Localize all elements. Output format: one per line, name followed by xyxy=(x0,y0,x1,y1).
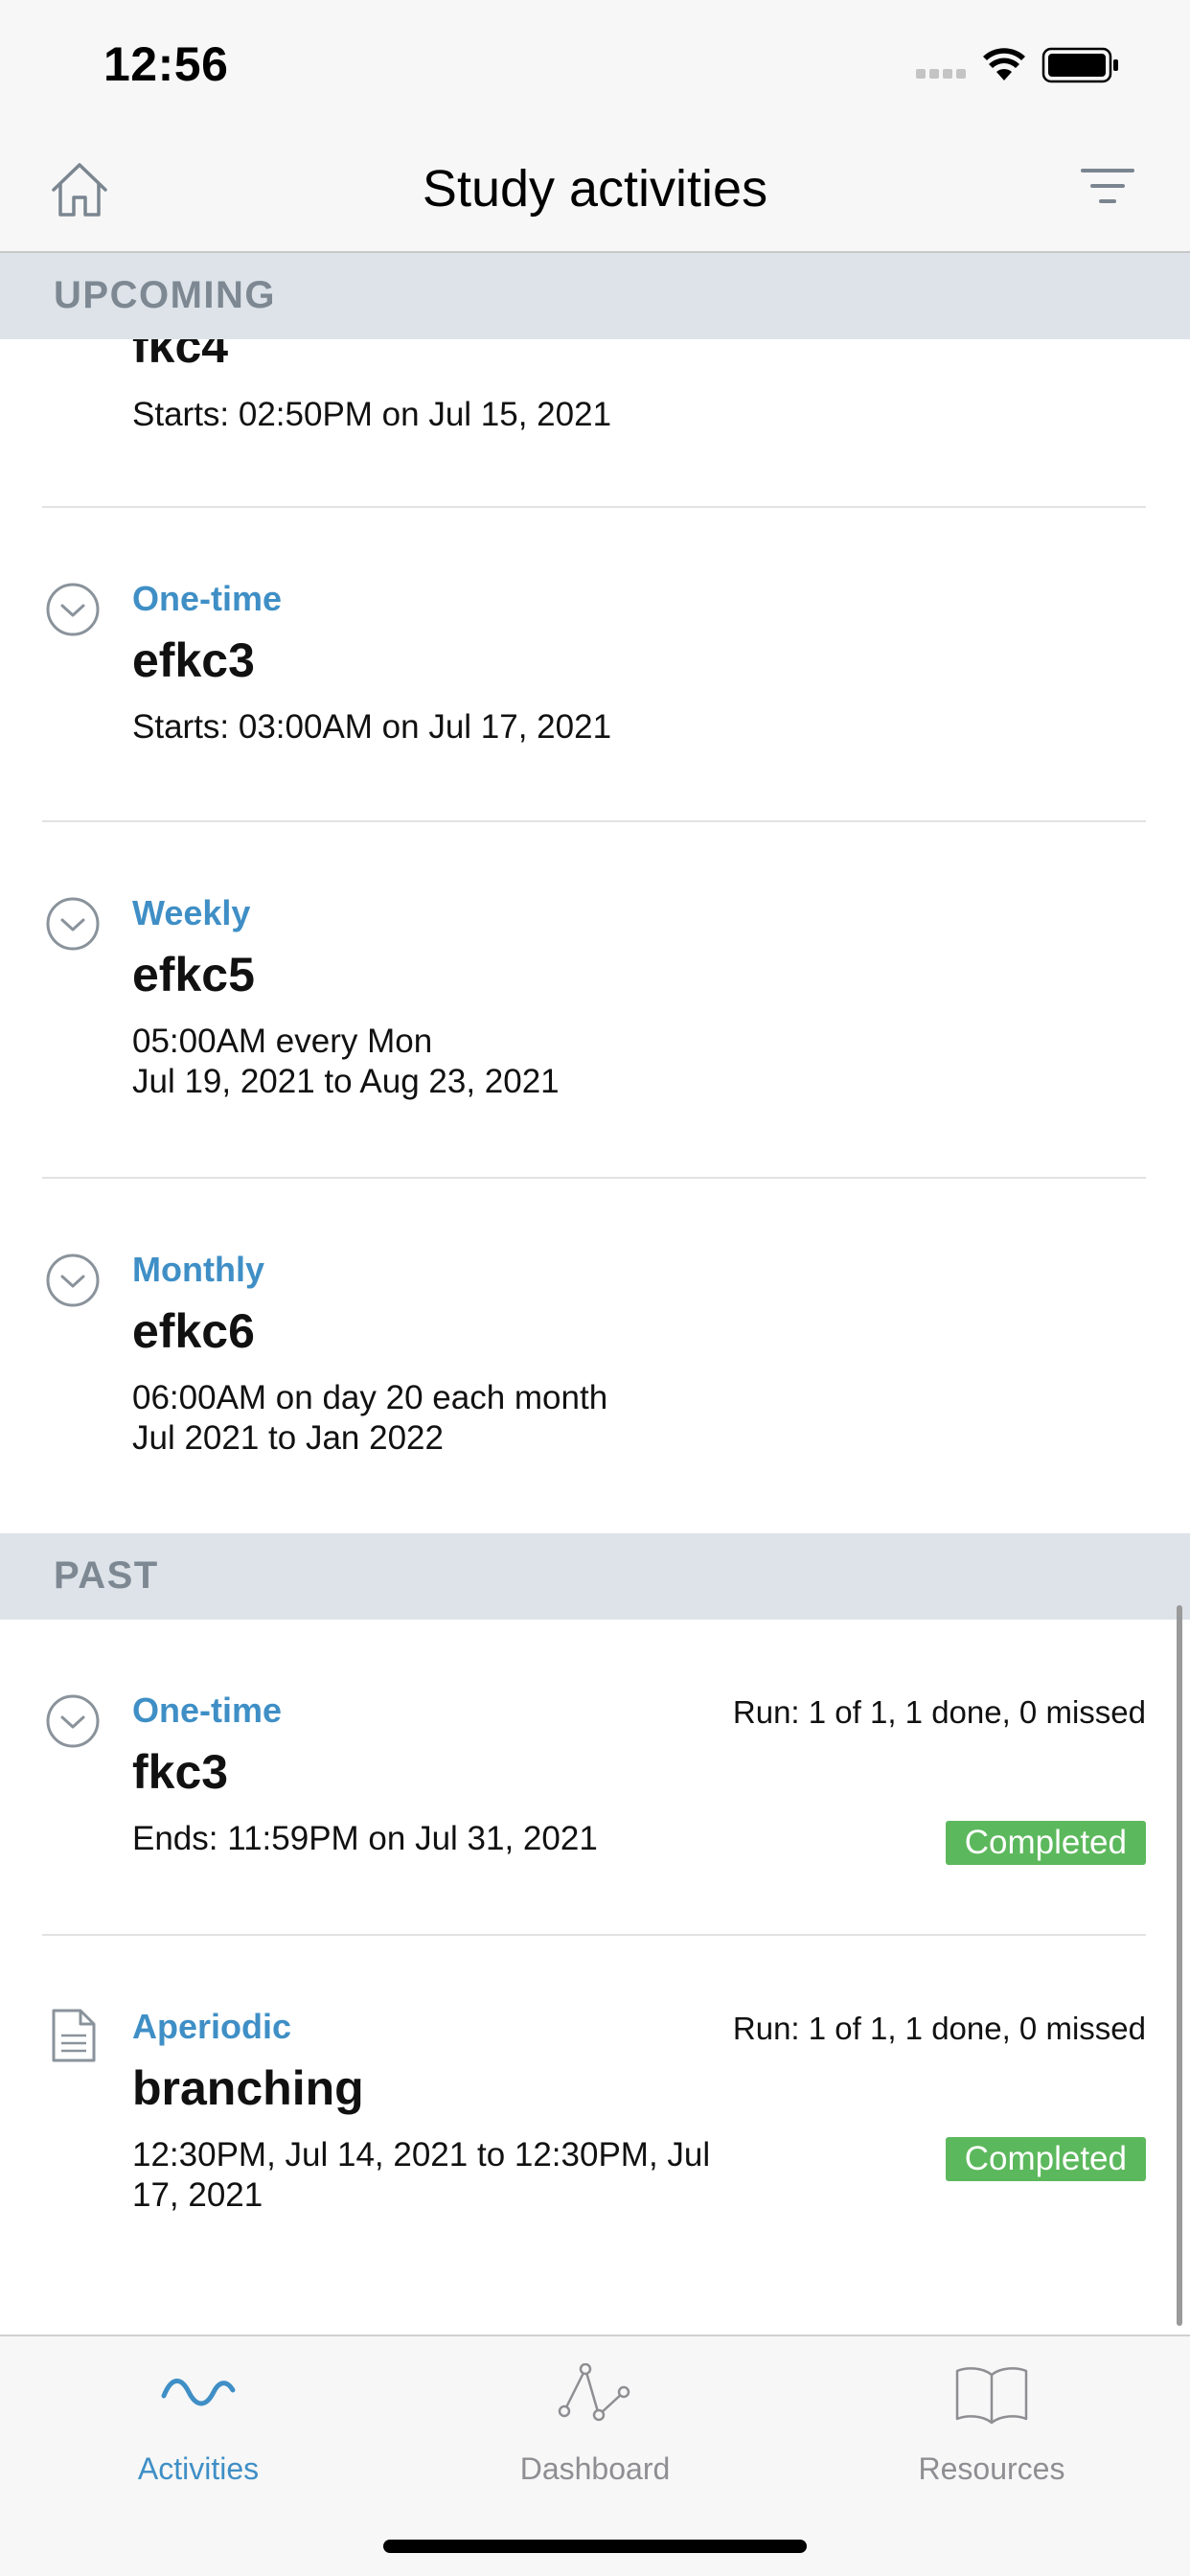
activity-frequency: Aperiodic xyxy=(132,2007,292,2046)
page-title: Study activities xyxy=(422,160,768,218)
activity-row-efkc5[interactable]: Weekly efkc5 05:00AM every Mon Jul 19, 2… xyxy=(0,822,1190,1179)
navigation-bar: Study activities xyxy=(0,126,1190,253)
scrollbar[interactable] xyxy=(1177,1605,1182,2326)
activity-title: fkc3 xyxy=(132,1745,229,1799)
activity-title: branching xyxy=(132,2061,364,2115)
section-title: PAST xyxy=(54,1554,159,1597)
filter-icon[interactable] xyxy=(1081,165,1134,209)
section-header-upcoming: UPCOMING xyxy=(0,253,1190,339)
wave-icon xyxy=(161,2379,236,2406)
activity-date-range: 17, 2021 xyxy=(132,2176,263,2214)
activity-frequency: Monthly xyxy=(132,1250,264,1289)
section-title: UPCOMING xyxy=(54,274,276,316)
tab-activities[interactable]: Activities xyxy=(0,2336,397,2499)
activity-frequency: Weekly xyxy=(132,893,251,932)
status-badge: Completed xyxy=(945,1821,1146,1865)
status-badge: Completed xyxy=(945,2137,1146,2181)
activities-list[interactable]: fkc4 Starts: 02:50PM on Jul 15, 2021 UPC… xyxy=(0,253,1190,2334)
run-summary: Run: 1 of 1, 1 done, 0 missed xyxy=(732,1694,1146,1730)
activity-schedule: Starts: 03:00AM on Jul 17, 2021 xyxy=(132,708,612,746)
book-icon xyxy=(955,2367,1028,2425)
activity-frequency: One-time xyxy=(132,579,283,618)
run-summary: Run: 1 of 1, 1 done, 0 missed xyxy=(732,2011,1146,2046)
home-indicator[interactable] xyxy=(383,2540,807,2553)
status-bar: 12:56 xyxy=(0,0,1190,126)
document-icon xyxy=(52,2009,96,2062)
status-time: 12:56 xyxy=(103,37,229,91)
chart-line-icon xyxy=(558,2363,630,2422)
tab-dashboard[interactable]: Dashboard xyxy=(397,2336,793,2499)
activity-row-efkc6[interactable]: Monthly efkc6 06:00AM on day 20 each mon… xyxy=(0,1179,1190,1501)
activity-row-efkc3[interactable]: One-time efkc3 Starts: 03:00AM on Jul 17… xyxy=(0,508,1190,822)
activity-schedule: 05:00AM every Mon xyxy=(132,1023,433,1060)
activity-title: efkc6 xyxy=(132,1304,255,1358)
status-icons xyxy=(916,47,1118,83)
activity-title: efkc5 xyxy=(132,948,255,1001)
tab-resources[interactable]: Resources xyxy=(793,2336,1190,2499)
wifi-icon xyxy=(983,48,1025,80)
check-circle-icon xyxy=(46,583,100,636)
activity-row-branching[interactable]: Aperiodic Run: 1 of 1, 1 done, 0 missed … xyxy=(0,1936,1190,2292)
check-circle-icon xyxy=(46,897,100,951)
activity-schedule: Ends: 11:59PM on Jul 31, 2021 xyxy=(132,1820,598,1857)
signal-icon xyxy=(916,69,966,79)
activity-date-range: Jul 2021 to Jan 2022 xyxy=(132,1419,444,1457)
battery-icon xyxy=(1041,47,1118,83)
section-header-past: PAST xyxy=(0,1533,1190,1620)
activity-schedule: 12:30PM, Jul 14, 2021 to 12:30PM, Jul xyxy=(132,2136,711,2174)
tab-label: Dashboard xyxy=(519,2451,671,2486)
tab-label: Resources xyxy=(918,2451,1065,2486)
activity-frequency: One-time xyxy=(132,1690,283,1730)
check-circle-icon xyxy=(46,1254,100,1307)
activity-schedule: 06:00AM on day 20 each month xyxy=(132,1379,608,1416)
check-circle-icon xyxy=(46,1694,100,1748)
activity-date-range: Jul 19, 2021 to Aug 23, 2021 xyxy=(132,1063,560,1100)
activity-schedule: Starts: 02:50PM on Jul 15, 2021 xyxy=(132,396,612,433)
tab-label: Activities xyxy=(137,2451,260,2486)
activity-title: efkc3 xyxy=(132,633,255,687)
activity-row-fkc3[interactable]: One-time Run: 1 of 1, 1 done, 0 missed f… xyxy=(0,1620,1190,1936)
